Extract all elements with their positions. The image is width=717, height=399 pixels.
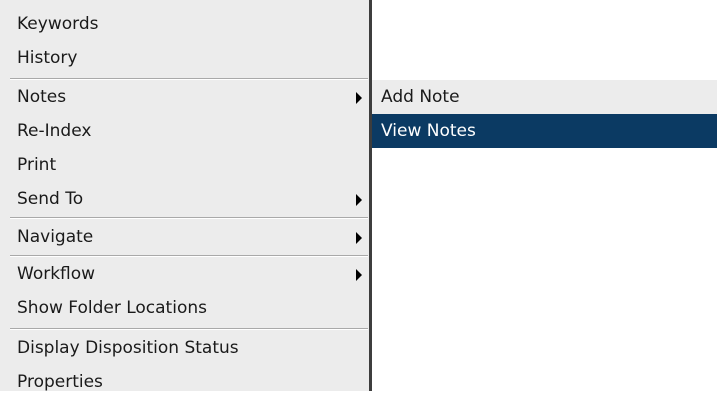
- menu-item-label: Properties: [17, 372, 103, 392]
- context-menu: Keywords History Notes Re-Index Print Se…: [0, 0, 371, 392]
- menu-border: [369, 0, 372, 391]
- submenu-item-view-notes[interactable]: View Notes: [372, 114, 717, 148]
- menu-item-send-to[interactable]: Send To: [0, 182, 369, 216]
- menu-item-display-disposition-status[interactable]: Display Disposition Status: [0, 331, 369, 365]
- menu-item-label: Display Disposition Status: [17, 338, 239, 358]
- menu-separator: [10, 217, 368, 219]
- chevron-right-icon: [356, 269, 362, 281]
- menu-item-notes[interactable]: Notes: [0, 80, 369, 114]
- menu-item-label: Workflow: [17, 264, 96, 284]
- menu-item-history[interactable]: History: [0, 41, 369, 75]
- menu-item-label: Print: [17, 155, 57, 175]
- menu-item-label: Navigate: [17, 227, 94, 247]
- menu-item-label: Show Folder Locations: [17, 298, 207, 318]
- menu-item-print[interactable]: Print: [0, 148, 369, 182]
- chevron-right-icon: [356, 92, 362, 104]
- menu-item-label: History: [17, 48, 78, 68]
- menu-item-keywords[interactable]: Keywords: [0, 7, 369, 41]
- submenu-item-label: View Notes: [381, 121, 476, 141]
- chevron-right-icon: [356, 194, 362, 206]
- menu-item-label: Send To: [17, 189, 84, 209]
- menu-item-label: Keywords: [17, 14, 99, 34]
- menu-item-navigate[interactable]: Navigate: [0, 220, 369, 254]
- menu-item-properties[interactable]: Properties: [0, 365, 369, 399]
- menu-item-show-folder-locations[interactable]: Show Folder Locations: [0, 291, 369, 325]
- submenu-item-add-note[interactable]: Add Note: [372, 80, 717, 114]
- notes-submenu: Add Note View Notes: [372, 80, 717, 148]
- menu-item-label: Notes: [17, 87, 67, 107]
- menu-item-label: Re-Index: [17, 121, 92, 141]
- menu-item-workflow[interactable]: Workflow: [0, 257, 369, 291]
- menu-item-re-index[interactable]: Re-Index: [0, 114, 369, 148]
- chevron-right-icon: [356, 232, 362, 244]
- submenu-item-label: Add Note: [381, 87, 460, 107]
- menu-separator: [10, 328, 368, 330]
